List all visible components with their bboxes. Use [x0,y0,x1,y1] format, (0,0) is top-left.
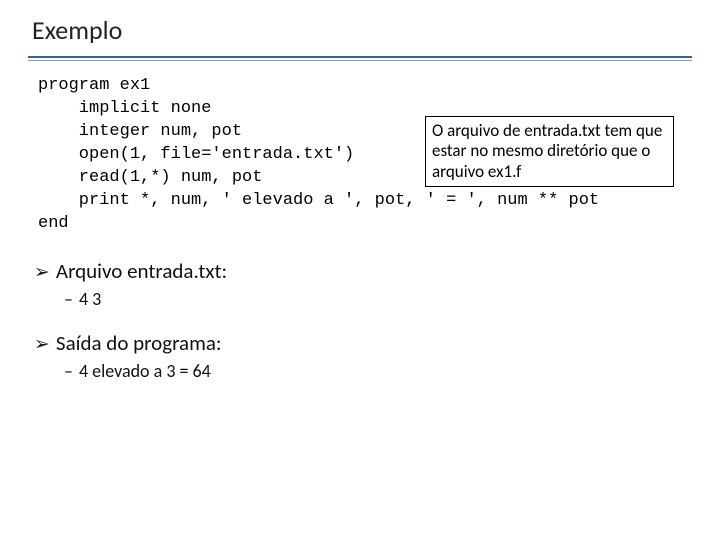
section-item: –4 elevado a 3 = 64 [64,360,692,382]
title-rule-2 [28,60,692,61]
section-item: –4 3 [64,288,692,310]
item-text: 4 elevado a 3 = 64 [79,360,211,382]
bullet-arrow-icon: ➢ [34,261,50,284]
slide: Exemplo program ex1 implicit none intege… [0,0,720,540]
section-input-file: ➢ Arquivo entrada.txt: –4 3 [34,258,692,310]
heading-text: Saída do programa: [56,330,222,356]
section-heading: ➢ Saída do programa: [34,330,692,356]
title-rule-1 [28,56,692,58]
bullet-dash-icon: – [64,360,73,382]
page-title: Exemplo [28,14,692,50]
section-heading: ➢ Arquivo entrada.txt: [34,258,692,284]
bullet-arrow-icon: ➢ [34,333,50,356]
bullet-dash-icon: – [64,288,73,310]
item-text: 4 3 [79,288,101,310]
section-output: ➢ Saída do programa: –4 elevado a 3 = 64 [34,330,692,382]
callout-box: O arquivo de entrada.txt tem que estar n… [425,116,674,187]
heading-text: Arquivo entrada.txt: [56,258,227,284]
